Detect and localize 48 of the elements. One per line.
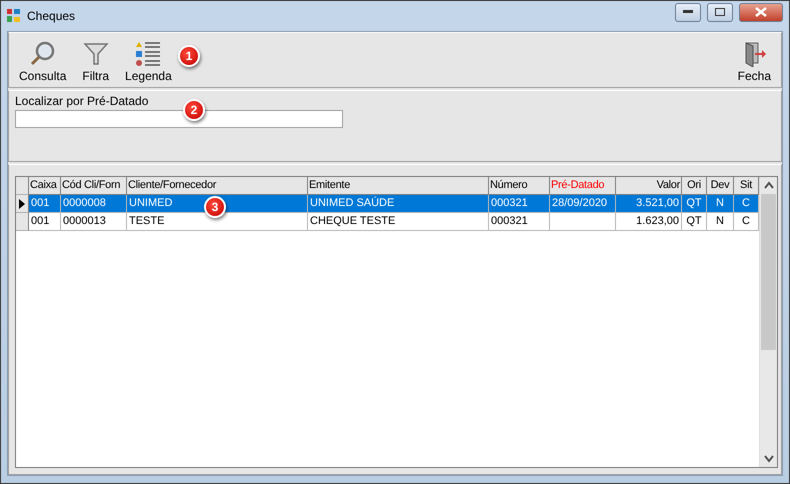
current-row-icon bbox=[19, 198, 25, 208]
table-cell: 1.623,00 bbox=[616, 213, 682, 231]
table-cell bbox=[550, 213, 616, 231]
app-icon bbox=[7, 9, 21, 23]
maximize-button[interactable] bbox=[707, 2, 733, 22]
search-label: Localizar por Pré-Datado bbox=[15, 94, 150, 108]
table-cell: 3.521,00 bbox=[616, 195, 682, 213]
table-cell: 001 bbox=[29, 195, 61, 213]
column-header[interactable]: Emitente bbox=[308, 177, 489, 195]
table-cell: 0000008 bbox=[61, 195, 127, 213]
close-toolbar-button[interactable]: Fecha bbox=[734, 33, 775, 87]
toolbar-button[interactable]: Filtra bbox=[78, 33, 114, 87]
close-button[interactable] bbox=[739, 2, 783, 22]
table-cell: N bbox=[707, 213, 734, 231]
table-cell: QT bbox=[682, 213, 707, 231]
magnifier-icon bbox=[30, 41, 56, 67]
funnel-icon bbox=[82, 41, 109, 67]
table-cell: TESTE bbox=[127, 213, 308, 231]
toolbar-button[interactable]: Consulta bbox=[15, 33, 70, 87]
table-cell: C bbox=[734, 195, 759, 213]
column-header[interactable]: Sit bbox=[734, 177, 759, 195]
table-cell: N bbox=[707, 195, 734, 213]
table-cell: 000321 bbox=[489, 213, 550, 231]
close-icon bbox=[755, 7, 767, 17]
maximize-icon bbox=[715, 8, 725, 16]
minimize-icon bbox=[683, 10, 693, 14]
minimize-button[interactable] bbox=[675, 2, 701, 22]
window-title: Cheques bbox=[27, 9, 76, 23]
table-cell: 0000013 bbox=[61, 213, 127, 231]
table-cell: 001 bbox=[29, 213, 61, 231]
table-cell: CHEQUE TESTE bbox=[308, 213, 489, 231]
column-header[interactable]: Número bbox=[489, 177, 550, 195]
table-cell: 28/09/2020 bbox=[550, 195, 616, 213]
column-header[interactable]: Caixa bbox=[29, 177, 61, 195]
callout-marker: 2 bbox=[183, 99, 205, 121]
scrollbar-thumb[interactable] bbox=[761, 194, 776, 350]
toolbar-button[interactable]: Legenda bbox=[121, 33, 176, 87]
table-cell: 000321 bbox=[489, 195, 550, 213]
column-header[interactable]: Dev bbox=[707, 177, 734, 195]
column-header[interactable]: Valor bbox=[616, 177, 682, 195]
table-cell: QT bbox=[682, 195, 707, 213]
callout-marker: 1 bbox=[178, 45, 200, 67]
legend-icon bbox=[135, 41, 162, 67]
column-header[interactable]: Ori bbox=[682, 177, 707, 195]
column-header[interactable]: Cliente/Fornecedor bbox=[127, 177, 308, 195]
table-cell: C bbox=[734, 213, 759, 231]
column-header[interactable]: Cód Cli/Forn bbox=[61, 177, 127, 195]
table-cell: UNIMED SAÚDE bbox=[308, 195, 489, 213]
